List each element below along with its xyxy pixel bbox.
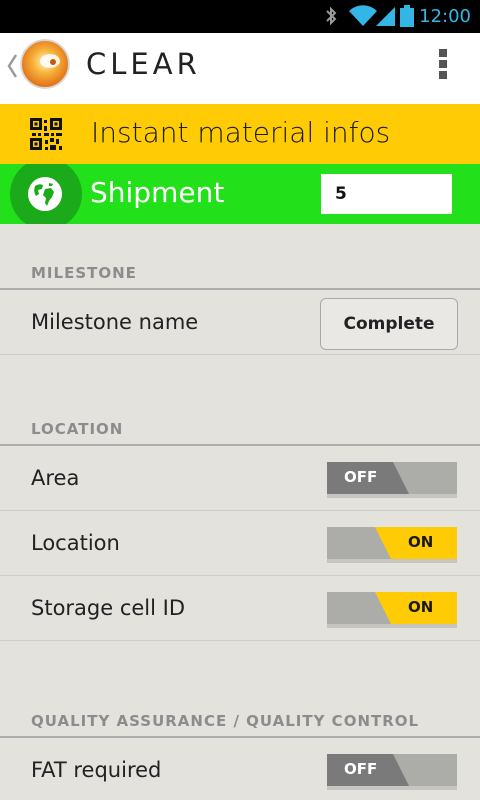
shipment-banner: Shipment — [0, 164, 480, 224]
toggle-state: ON — [408, 533, 434, 551]
signal-icon — [376, 7, 395, 26]
section-header-qa-qc: QUALITY ASSURANCE / QUALITY CONTROL — [0, 708, 480, 738]
row-label: Milestone name — [31, 310, 199, 334]
location-toggle[interactable]: ON — [327, 527, 457, 563]
row-label: Storage cell ID — [31, 596, 186, 620]
globe-button[interactable] — [10, 164, 82, 224]
fat-required-toggle[interactable]: OFF — [327, 754, 457, 790]
row-fat-required: FAT required OFF — [0, 738, 480, 800]
section-title: MILESTONE — [31, 264, 137, 282]
area-toggle[interactable]: OFF — [327, 462, 457, 498]
status-bar: 12:00 — [0, 0, 480, 33]
app-logo[interactable] — [20, 39, 70, 89]
toggle-state: OFF — [344, 760, 378, 778]
row-storage-cell-id: Storage cell ID ON — [0, 576, 480, 641]
back-chevron-icon[interactable] — [5, 51, 19, 81]
status-time: 12:00 — [419, 6, 471, 27]
row-label: Location — [31, 531, 120, 555]
section-header-location: LOCATION — [0, 416, 480, 446]
section-title: QUALITY ASSURANCE / QUALITY CONTROL — [31, 712, 420, 730]
app-title: CLEAR — [86, 47, 201, 81]
storage-cell-id-toggle[interactable]: ON — [327, 592, 457, 628]
overflow-menu-icon[interactable] — [436, 49, 450, 83]
row-milestone-name: Milestone name Complete — [0, 290, 480, 355]
toggle-state: ON — [408, 598, 434, 616]
row-label: FAT required — [31, 758, 162, 782]
section-header-milestone: MILESTONE — [0, 260, 480, 290]
shipment-number-input[interactable] — [321, 174, 452, 214]
battery-icon — [400, 5, 414, 27]
section-title: LOCATION — [31, 420, 124, 438]
row-location: Location ON — [0, 511, 480, 576]
toggle-state: OFF — [344, 468, 378, 486]
qr-code-icon — [30, 118, 62, 150]
complete-button[interactable]: Complete — [320, 298, 458, 350]
row-label: Area — [31, 466, 80, 490]
globe-icon — [28, 177, 62, 211]
shipment-label: Shipment — [90, 176, 225, 209]
material-info-banner[interactable]: Instant material infos — [0, 104, 480, 164]
action-bar: CLEAR — [0, 33, 480, 104]
material-info-label: Instant material infos — [91, 116, 391, 149]
row-area: Area OFF — [0, 446, 480, 511]
bluetooth-icon — [326, 6, 337, 26]
